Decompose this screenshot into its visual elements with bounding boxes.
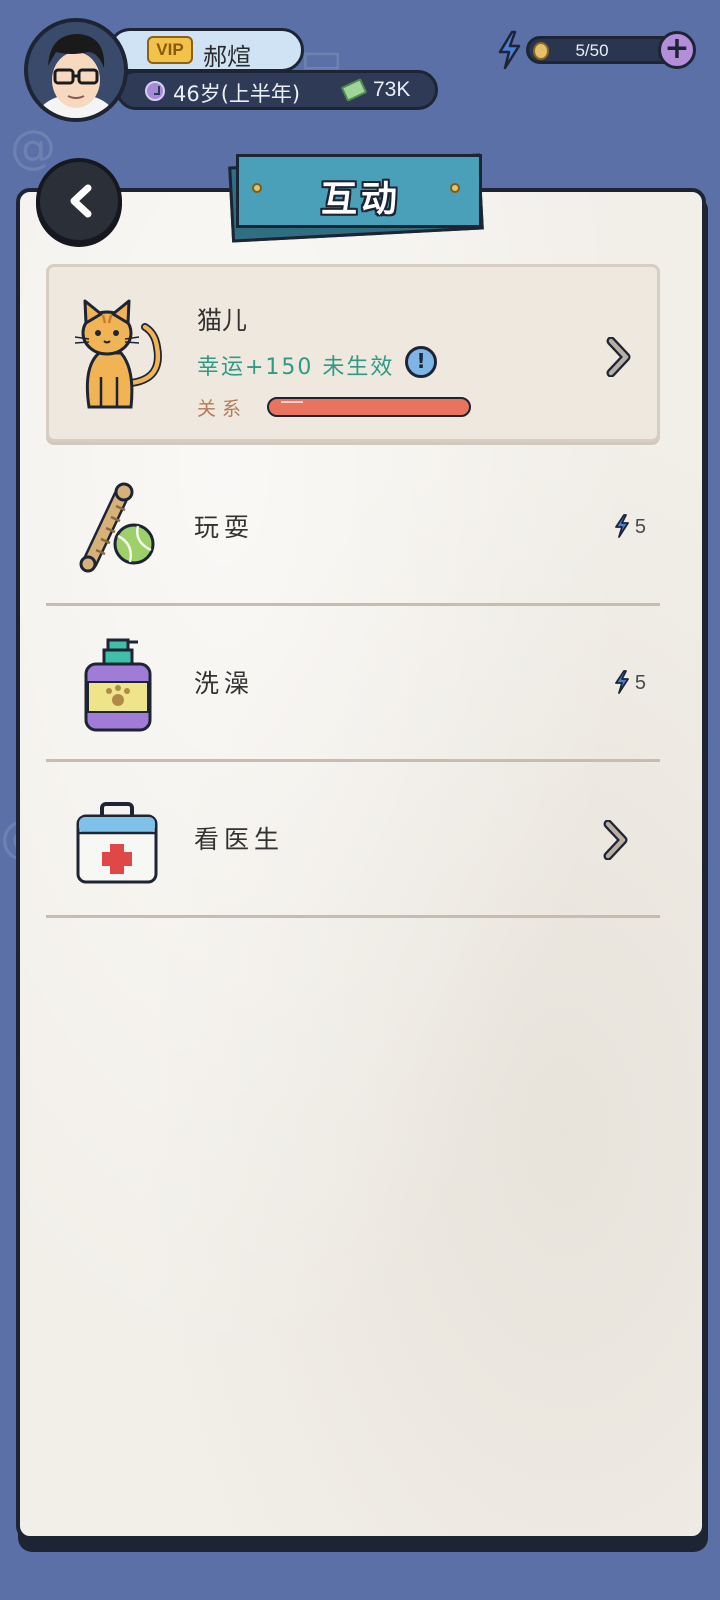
player-name-pill: VIP 郝煊: [108, 28, 304, 72]
pet-card[interactable]: 猫儿 幸运+150 未生效 ! 关系: [46, 264, 660, 442]
action-label: 看医生: [194, 825, 285, 854]
chevron-right-icon[interactable]: [605, 337, 631, 377]
relation-label: 关系: [197, 398, 248, 420]
row-divider: [46, 915, 660, 918]
lightning-icon: [614, 514, 629, 538]
action-see-doctor[interactable]: 看医生: [46, 762, 660, 918]
energy-cost: 5: [613, 514, 646, 539]
action-play[interactable]: 玩耍 5: [46, 450, 660, 606]
relation-bar: [267, 397, 471, 417]
player-avatar[interactable]: [24, 18, 128, 122]
page-title: 互动: [320, 179, 401, 220]
action-bath[interactable]: 洗澡 5: [46, 606, 660, 762]
lightning-icon: [498, 30, 521, 70]
vip-badge[interactable]: VIP: [147, 36, 193, 64]
energy-cost-value: 5: [634, 516, 646, 538]
toy-rope-ball-icon: [79, 482, 155, 573]
clock-icon: [145, 81, 165, 101]
background-doodle: @: [10, 120, 56, 174]
energy-cost: 5: [613, 670, 646, 695]
player-name: 郝煊: [203, 43, 251, 71]
cat-icon: [74, 299, 162, 409]
energy-value: 5/50: [575, 41, 609, 60]
back-button[interactable]: [36, 158, 122, 244]
action-label: 洗澡: [194, 669, 255, 698]
player-money: 73K: [373, 78, 411, 101]
first-aid-kit-icon: [76, 802, 158, 884]
back-arrow-icon: [70, 184, 92, 218]
chevron-right-icon[interactable]: [602, 820, 628, 860]
pet-name: 猫儿: [197, 306, 248, 335]
lightning-icon: [614, 670, 629, 694]
info-icon[interactable]: !: [405, 346, 437, 378]
title-banner: 互动: [228, 150, 486, 243]
money-icon: [340, 78, 368, 102]
energy-cost-value: 5: [634, 672, 646, 694]
action-label: 玩耍: [194, 513, 255, 542]
shampoo-bottle-icon: [84, 638, 152, 732]
player-stats: 46岁(上半年) 73K: [116, 70, 438, 110]
add-energy-button[interactable]: +: [658, 31, 696, 69]
player-age: 46岁(上半年): [173, 82, 301, 106]
pet-effect: 幸运+150 未生效: [197, 355, 395, 380]
